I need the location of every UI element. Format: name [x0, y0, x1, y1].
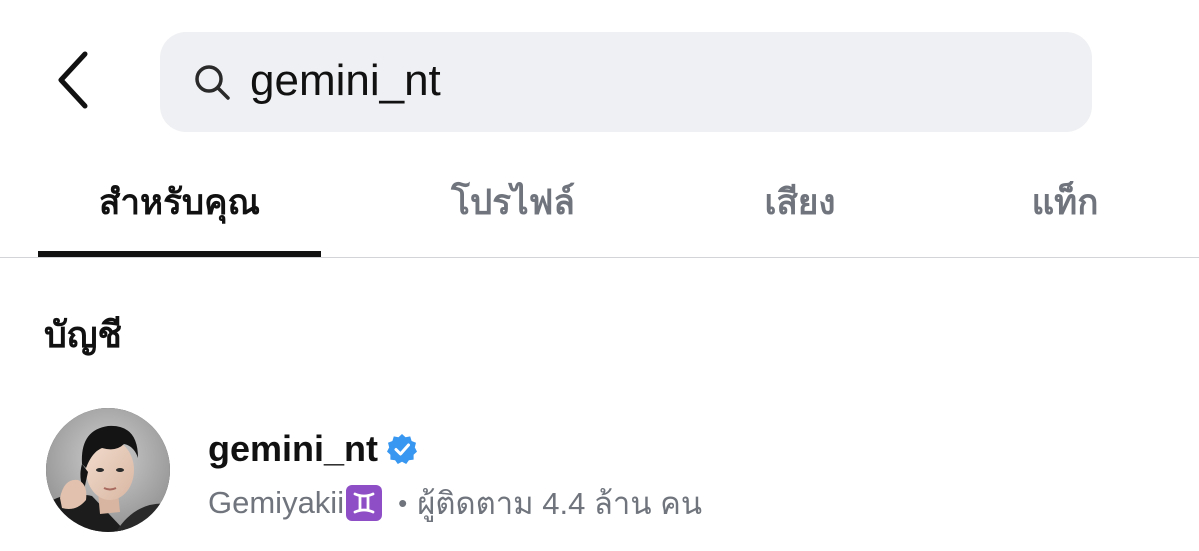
- account-display-name: Gemiyakii: [208, 485, 345, 520]
- tab-audio[interactable]: เสียง: [700, 150, 900, 254]
- follower-count: ผู้ติดตาม 4.4 ล้าน คน: [417, 486, 703, 521]
- tab-tags[interactable]: แท็ก: [980, 150, 1150, 254]
- search-bar[interactable]: [160, 32, 1092, 132]
- search-results-screen: สำหรับคุณ โปรไฟล์ เสียง แท็ก บัญชี: [0, 0, 1199, 551]
- chevron-left-icon: [58, 51, 88, 109]
- account-username-line: gemini_nt: [208, 428, 418, 470]
- tab-bar: สำหรับคุณ โปรไฟล์ เสียง แท็ก: [0, 150, 1199, 258]
- avatar[interactable]: [46, 408, 170, 532]
- gemini-zodiac-icon: [346, 485, 383, 521]
- tab-divider: [0, 257, 1199, 258]
- back-button[interactable]: [38, 40, 108, 120]
- account-meta-line: Gemiyakii • ผู้ติดตาม 4.4 ล้าน คน: [208, 478, 702, 528]
- account-result-row[interactable]: gemini_nt Gemiyakii • ผู้ติดตาม 4.4 ล้าน: [46, 408, 1146, 532]
- tab-profiles[interactable]: โปรไฟล์: [380, 150, 646, 254]
- search-input[interactable]: [250, 56, 1030, 106]
- section-title-accounts: บัญชี: [44, 314, 122, 355]
- tab-for-you[interactable]: สำหรับคุณ: [38, 150, 321, 254]
- account-username: gemini_nt: [208, 428, 379, 469]
- search-icon: [190, 60, 234, 104]
- meta-separator: •: [398, 487, 408, 518]
- verified-badge-icon: [386, 433, 418, 465]
